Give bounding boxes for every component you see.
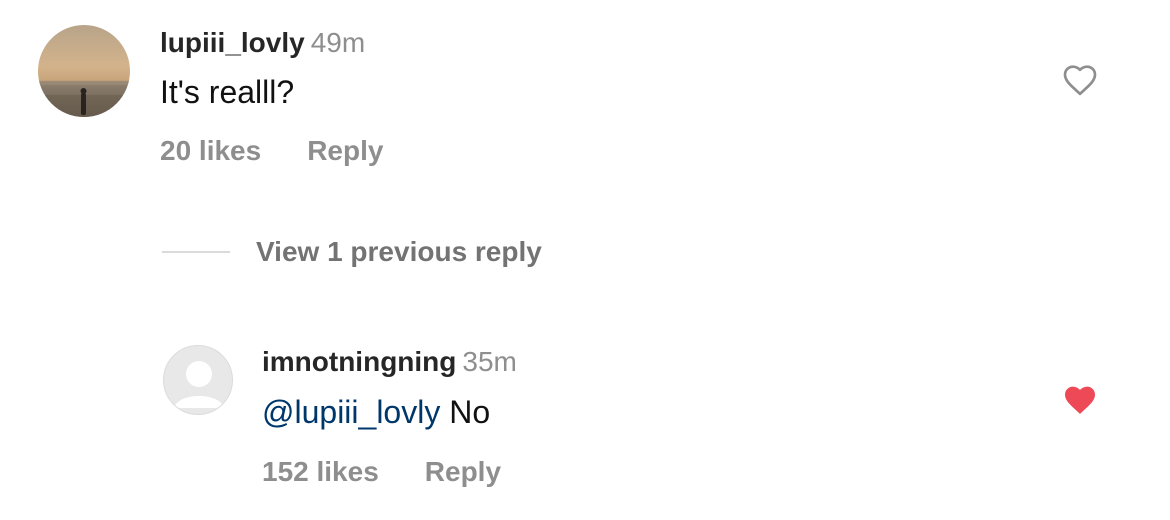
sunset-beach-photo — [38, 25, 130, 117]
heart-filled-icon[interactable] — [1060, 380, 1100, 420]
username[interactable]: imnotningning — [262, 346, 456, 377]
reply-text: @lupiii_lovly No — [262, 392, 490, 432]
comment-header: lupiii_lovly 49m — [160, 26, 365, 60]
reply-header: imnotningning 35m — [262, 345, 517, 379]
comment-text: It's realll? — [160, 74, 295, 110]
reply-actions: 152 likes Reply — [262, 455, 501, 489]
username[interactable]: lupiii_lovly — [160, 27, 305, 58]
avatar[interactable] — [38, 25, 130, 117]
likes-count[interactable]: 20 likes — [160, 135, 261, 166]
mention-link[interactable]: @lupiii_lovly — [262, 394, 440, 430]
avatar[interactable] — [163, 345, 233, 415]
default-user-avatar-icon — [174, 361, 224, 408]
timestamp: 35m — [462, 346, 517, 377]
reply-button[interactable]: Reply — [307, 135, 383, 166]
heart-outline-icon[interactable] — [1060, 60, 1100, 100]
view-replies-label: View 1 previous reply — [256, 236, 542, 267]
reply-body: No — [440, 394, 491, 430]
view-previous-replies-button[interactable]: View 1 previous reply — [162, 236, 542, 268]
timestamp: 49m — [310, 27, 366, 58]
reply-thread-divider — [162, 251, 230, 253]
comment-actions: 20 likes Reply — [160, 134, 383, 168]
likes-count[interactable]: 152 likes — [262, 456, 379, 487]
reply-button[interactable]: Reply — [425, 456, 501, 487]
